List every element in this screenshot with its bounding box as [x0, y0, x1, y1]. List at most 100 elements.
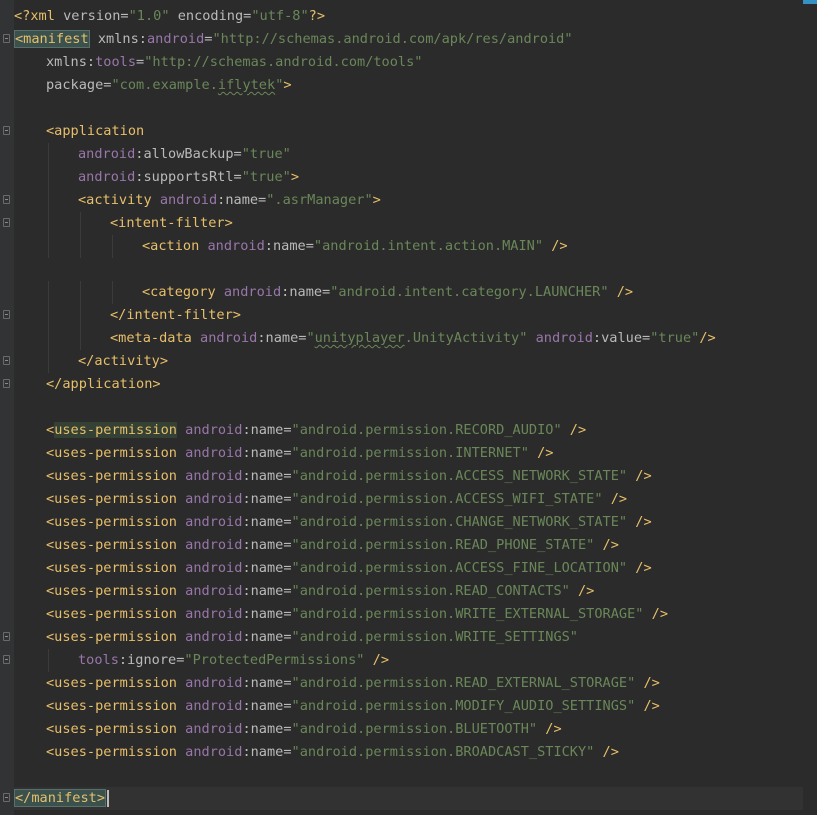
code-line[interactable]: <uses-permission android:name="android.p…	[14, 672, 803, 695]
code-token: android	[185, 514, 243, 530]
code-line[interactable]: <uses-permission android:name="android.p…	[14, 741, 803, 764]
code-token: :name=	[242, 721, 292, 737]
fold-marker-icon[interactable]	[3, 126, 10, 135]
code-line[interactable]: <uses-permission android:name="android.p…	[14, 580, 803, 603]
code-token: "android.permission.BROADCAST_STICKY"	[291, 744, 595, 760]
code-token: />	[627, 560, 652, 576]
code-line[interactable]: tools:ignore="ProtectedPermissions" />	[3, 649, 803, 672]
code-token: <uses-permission	[46, 606, 186, 622]
code-token: :allowBackup=	[135, 146, 242, 162]
code-line[interactable]: <uses-permission android:name="android.p…	[14, 465, 803, 488]
fold-marker-icon[interactable]	[3, 310, 10, 319]
code-token: />	[569, 583, 595, 599]
code-token: tools	[95, 54, 137, 70]
code-token: "android.permission.WRITE_EXTERNAL_STORA…	[291, 606, 644, 622]
code-token: <intent-filter>	[110, 215, 233, 231]
code-line[interactable]: <action android:name="android.intent.act…	[14, 235, 803, 258]
code-token: "android.permission.READ_PHONE_STATE"	[291, 537, 595, 553]
fold-marker-icon[interactable]	[3, 632, 10, 641]
code-token: xmlns:	[46, 54, 96, 70]
code-token: <manifest	[14, 30, 90, 48]
code-token: :name=	[242, 583, 292, 599]
code-line[interactable]: <uses-permission android:name="android.p…	[14, 603, 803, 626]
code-token: />	[699, 330, 716, 346]
code-token: :value=	[592, 330, 651, 346]
code-line[interactable]	[14, 396, 803, 419]
code-line[interactable]: android:allowBackup="true"	[14, 143, 803, 166]
fold-marker-icon[interactable]	[3, 195, 10, 204]
code-line[interactable]: <uses-permission android:name="android.p…	[14, 442, 803, 465]
code-line[interactable]	[14, 764, 803, 787]
code-token: android	[185, 422, 243, 438]
fold-marker-icon[interactable]	[3, 379, 10, 388]
fold-marker-icon[interactable]	[3, 34, 10, 43]
code-token: />	[364, 652, 390, 668]
code-line[interactable]: <uses-permission android:name="android.p…	[14, 695, 803, 718]
code-line[interactable]: </intent-filter>	[3, 304, 803, 327]
code-line[interactable]: <uses-permission android:name="android.p…	[14, 534, 803, 557]
code-token: :supportsRtl=	[135, 169, 242, 185]
code-line[interactable]: <category android:name="android.intent.c…	[14, 281, 803, 304]
code-token: android	[185, 698, 243, 714]
code-line[interactable]	[14, 97, 803, 120]
code-line[interactable]: <uses-permission android:name="android.p…	[14, 488, 803, 511]
code-token: =	[136, 54, 145, 70]
code-token: :name=	[264, 238, 314, 254]
code-token: />	[594, 537, 619, 553]
code-token: </intent-filter>	[110, 307, 241, 323]
code-token: <category	[142, 284, 224, 300]
code-line[interactable]: </activity>	[3, 350, 803, 373]
code-token: version=	[63, 8, 129, 24]
code-line[interactable]: <intent-filter>	[3, 212, 803, 235]
code-editor[interactable]: <?xml version="1.0" encoding="utf-8"?> <m…	[0, 0, 817, 815]
code-token: android	[146, 31, 205, 47]
code-token: :name=	[242, 422, 292, 438]
code-line[interactable]: <uses-permission android:name="android.p…	[14, 511, 803, 534]
code-token: "true"	[241, 169, 291, 185]
indent-guide	[48, 304, 49, 327]
indent-guide	[112, 281, 113, 304]
code-token: :name=	[257, 330, 307, 346]
code-token: "	[306, 330, 315, 346]
code-line[interactable]: <meta-data android:name="unityplayer.Uni…	[14, 327, 803, 350]
code-token: />	[537, 721, 562, 737]
code-token: </application>	[46, 376, 161, 392]
code-token: <	[46, 422, 55, 438]
code-line[interactable]: <uses-permission android:name="android.p…	[14, 557, 803, 580]
code-token: />	[635, 698, 660, 714]
code-line[interactable]	[14, 258, 803, 281]
code-line[interactable]: <manifest xmlns:android="http://schemas.…	[3, 28, 803, 51]
code-line[interactable]: xmlns:tools="http://schemas.android.com/…	[14, 51, 803, 74]
indent-guide	[48, 649, 49, 672]
code-line[interactable]: </application>	[3, 373, 803, 396]
code-token: android	[185, 675, 243, 691]
code-line[interactable]: <uses-permission android:name="android.p…	[14, 718, 803, 741]
code-line[interactable]: </manifest>	[3, 787, 803, 810]
code-line[interactable]: <uses-permission android:name="android.p…	[14, 419, 803, 442]
code-token: "android.permission.BLUETOOTH"	[291, 721, 538, 737]
code-line[interactable]: package="com.example.iflytek">	[14, 74, 803, 97]
code-token: android	[185, 721, 243, 737]
code-token: xmlns:	[89, 31, 147, 47]
text-caret	[107, 789, 110, 807]
fold-marker-icon[interactable]	[3, 655, 10, 664]
code-line[interactable]: <uses-permission android:name="android.p…	[3, 626, 803, 649]
code-line[interactable]: android:supportsRtl="true">	[14, 166, 803, 189]
code-lines[interactable]: <?xml version="1.0" encoding="utf-8"?> <m…	[3, 5, 803, 810]
code-token: "1.0"	[128, 8, 170, 24]
vertical-scrollbar[interactable]	[803, 0, 817, 815]
scrollbar-thumb[interactable]	[803, 0, 817, 4]
code-line[interactable]: <?xml version="1.0" encoding="utf-8"?>	[14, 5, 803, 28]
indent-guide	[80, 212, 81, 235]
code-token: :name=	[242, 537, 292, 553]
code-line[interactable]: <activity android:name=".asrManager">	[3, 189, 803, 212]
fold-marker-icon[interactable]	[3, 356, 10, 365]
code-token: :name=	[242, 491, 292, 507]
code-token: <meta-data	[110, 330, 201, 346]
code-token: "android.permission.WRITE_SETTINGS"	[291, 629, 578, 645]
code-line[interactable]: <application	[3, 120, 803, 143]
editor-gutter[interactable]	[0, 0, 14, 815]
fold-marker-icon[interactable]	[3, 218, 10, 227]
fold-marker-icon[interactable]	[3, 793, 10, 802]
